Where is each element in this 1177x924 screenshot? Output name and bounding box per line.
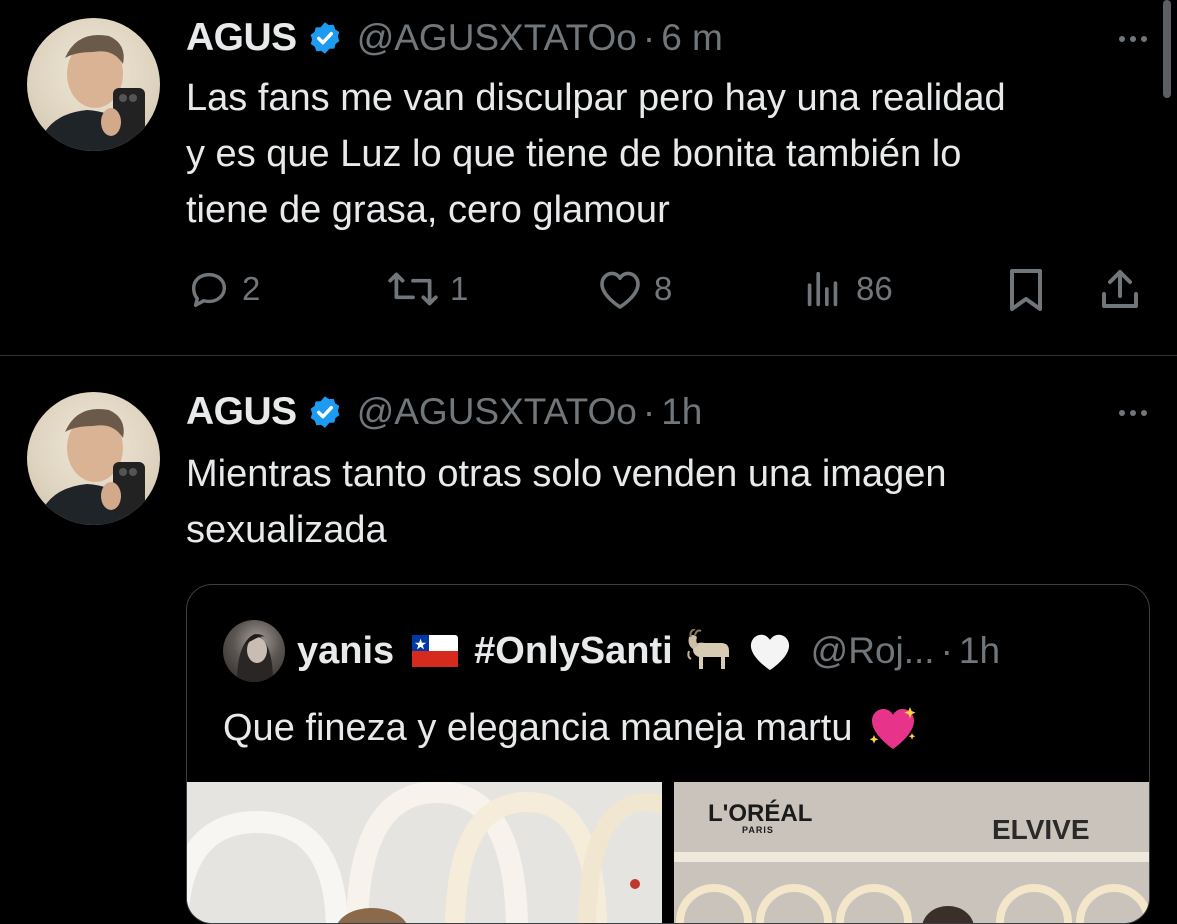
author-handle[interactable]: @AGUSXTATOo [357,391,637,433]
quote-header: yanis #OnlySanti @Roj... · 1h [223,620,1000,682]
quote-media-image-2[interactable]: L'ORÉAL PARIS ELVIVE [674,782,1149,923]
avatar[interactable] [27,18,160,151]
chile-flag-icon [412,635,459,667]
quote-body: Que fineza y elegancia maneja martu [223,703,920,753]
quote-author-name[interactable]: yanis [297,630,394,673]
quote-avatar[interactable] [223,620,285,682]
bookmark-icon [1004,266,1048,314]
views-icon [800,266,846,312]
reply-count: 2 [242,270,261,307]
verified-icon[interactable] [307,20,343,56]
views-count: 86 [856,270,893,307]
repost-icon [386,266,440,312]
separator-dot: · [642,391,656,432]
tweet-text: Mientras tanto otras solo venden una ima… [186,453,947,551]
media-brand-text: L'ORÉAL [708,800,813,827]
verified-icon[interactable] [307,394,343,430]
white-heart-icon [747,630,793,672]
goat-icon [685,629,735,673]
repost-count: 1 [450,270,469,307]
share-icon [1096,266,1144,314]
separator-dot: · [940,630,953,671]
like-button[interactable]: 8 [596,266,672,312]
reply-icon [186,266,232,312]
repost-button[interactable]: 1 [386,266,468,312]
separator-dot: · [642,17,656,58]
timestamp[interactable]: 1h [661,391,702,433]
more-icon[interactable] [1119,36,1147,42]
tweet-header: AGUS @AGUSXTATOo · 6 m [186,16,723,60]
bookmark-button[interactable] [1004,266,1048,314]
tweet-text: Las fans me van disculpar pero hay una r… [186,77,1006,231]
timestamp[interactable]: 6 m [661,17,723,59]
author-handle[interactable]: @AGUSXTATOo [357,17,637,59]
tweet-1[interactable]: AGUS @AGUSXTATOo · 6 m Las fans me van d… [0,0,1177,355]
quote-hashtag[interactable]: #OnlySanti [474,630,673,673]
sparkling-heart-icon [866,703,920,753]
like-count: 8 [654,270,673,307]
reply-button[interactable]: 2 [186,266,260,312]
author-name[interactable]: AGUS [186,16,297,60]
avatar[interactable] [27,392,160,525]
like-icon [596,266,644,312]
tweet-header: AGUS @AGUSXTATOo · 1h [186,390,702,434]
tweet-actions: 2 1 8 86 [186,266,1146,316]
quote-text: Que fineza y elegancia maneja martu [223,706,853,749]
author-name[interactable]: AGUS [186,390,297,434]
views-button[interactable]: 86 [800,266,893,312]
quoted-tweet[interactable]: yanis #OnlySanti @Roj... · 1h Que fineza… [186,584,1150,924]
more-icon[interactable] [1119,410,1147,416]
quote-timestamp[interactable]: 1h [959,630,1000,672]
quote-media-image-1[interactable] [187,782,662,923]
quote-author-handle[interactable]: @Roj... [811,630,935,672]
media-brand-subtext: PARIS [742,825,774,835]
media-brand-text-2: ELVIVE [992,814,1090,845]
share-button[interactable] [1096,266,1144,314]
